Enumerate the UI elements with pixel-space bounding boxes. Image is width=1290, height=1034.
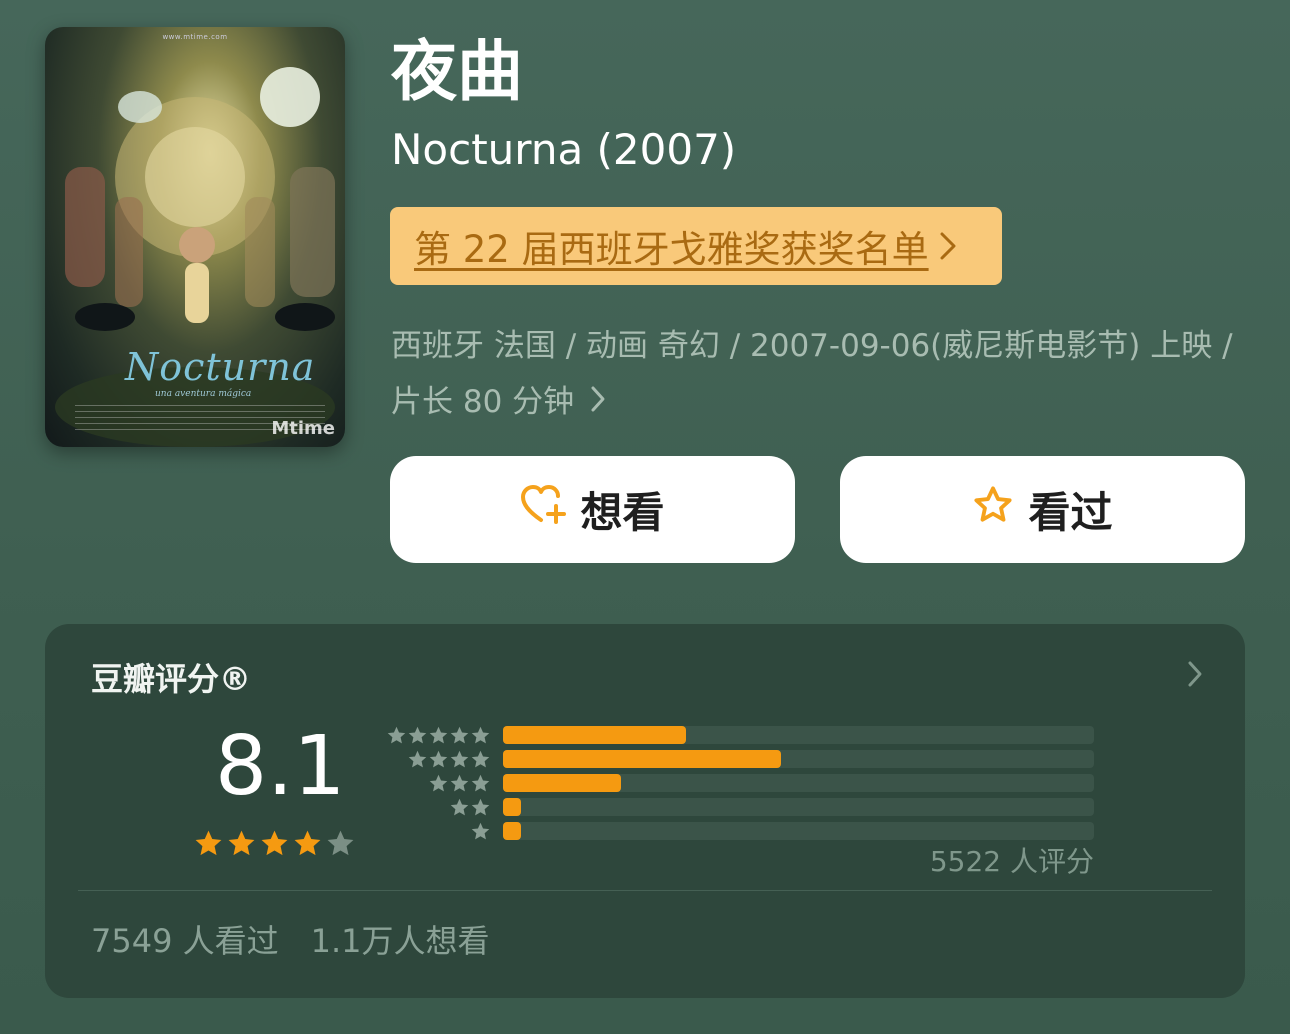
movie-title-cn: 夜曲 [391,33,523,110]
watched-count: 7549 人看过 [91,922,279,960]
distribution-bar-fill [503,774,621,792]
distribution-bar-fill [503,798,521,816]
distribution-row-2-star [383,795,1103,819]
chevron-right-icon[interactable] [1187,660,1203,692]
distribution-bar-track [503,798,1094,816]
distribution-bar-track [503,822,1094,840]
distribution-stars [383,797,491,818]
rating-card-title: 豆瓣评分® [91,660,252,698]
star-icon [471,774,490,791]
star-filled-icon [195,830,222,856]
distribution-row-3-star [383,771,1103,795]
poster-subtitle-art: una aventura mágica [155,389,252,399]
audience-stats: 7549 人看过 1.1万人想看 [91,916,490,962]
rating-distribution [383,723,1103,843]
star-icon [429,750,448,767]
divider [78,890,1212,891]
rating-count: 5522 人评分 [929,845,1094,878]
star-icon [450,726,469,743]
distribution-bar-track [503,726,1094,744]
movie-poster[interactable]: www.mtime.com Nocturna una aventura mági… [45,27,345,447]
movie-meta[interactable]: 西班牙 法国 / 动画 奇幻 / 2007-09-06(威尼斯电影节) 上映 /… [391,318,1251,432]
star-filled-icon [228,830,255,856]
movie-title-en: Nocturna (2007) [391,125,737,174]
distribution-stars [383,821,491,842]
star-icon [429,774,448,791]
distribution-bar-track [503,750,1094,768]
want-to-watch-label: 想看 [580,488,665,537]
heart-plus-icon [520,484,567,536]
distribution-bar-fill [503,822,521,840]
wish-count: 1.1万人想看 [310,922,490,960]
distribution-bar-track [503,774,1094,792]
star-icon [471,726,490,743]
watched-label: 看过 [1028,488,1113,537]
star-filled-icon [261,830,288,856]
star-filled-icon [294,830,321,856]
distribution-stars [383,749,491,770]
star-icon [429,726,448,743]
star-icon [471,822,490,839]
star-icon [450,798,469,815]
chevron-right-icon [590,376,606,432]
star-icon [408,750,427,767]
distribution-stars [383,725,491,746]
chevron-right-icon [939,231,957,261]
poster-watermark: Mtime [271,418,335,439]
distribution-bar-fill [503,750,781,768]
distribution-bar-fill [503,726,686,744]
score-stars [193,828,356,859]
star-outline-icon [972,484,1014,536]
star-icon [471,750,490,767]
rating-card[interactable]: 豆瓣评分® 8.1 5522 人评分 7549 人看过 1.1万人想看 [45,624,1245,998]
poster-title-art: Nocturna [125,345,316,389]
star-icon [450,750,469,767]
distribution-stars [383,773,491,794]
star-empty-icon [327,830,354,856]
distribution-row-4-star [383,747,1103,771]
award-link[interactable]: 第 22 届西班牙戈雅奖获奖名单 [390,207,1002,285]
award-link-text: 第 22 届西班牙戈雅奖获奖名单 [414,228,929,271]
star-icon [408,726,427,743]
poster-site-text: www.mtime.com [162,33,228,41]
movie-meta-text: 西班牙 法国 / 动画 奇幻 / 2007-09-06(威尼斯电影节) 上映 /… [391,328,1233,420]
star-icon [471,798,490,815]
distribution-row-5-star [383,723,1103,747]
star-icon [387,726,406,743]
want-to-watch-button[interactable]: 想看 [390,456,795,563]
star-icon [450,774,469,791]
watched-button[interactable]: 看过 [840,456,1245,563]
rating-score: 8.1 [215,719,346,814]
